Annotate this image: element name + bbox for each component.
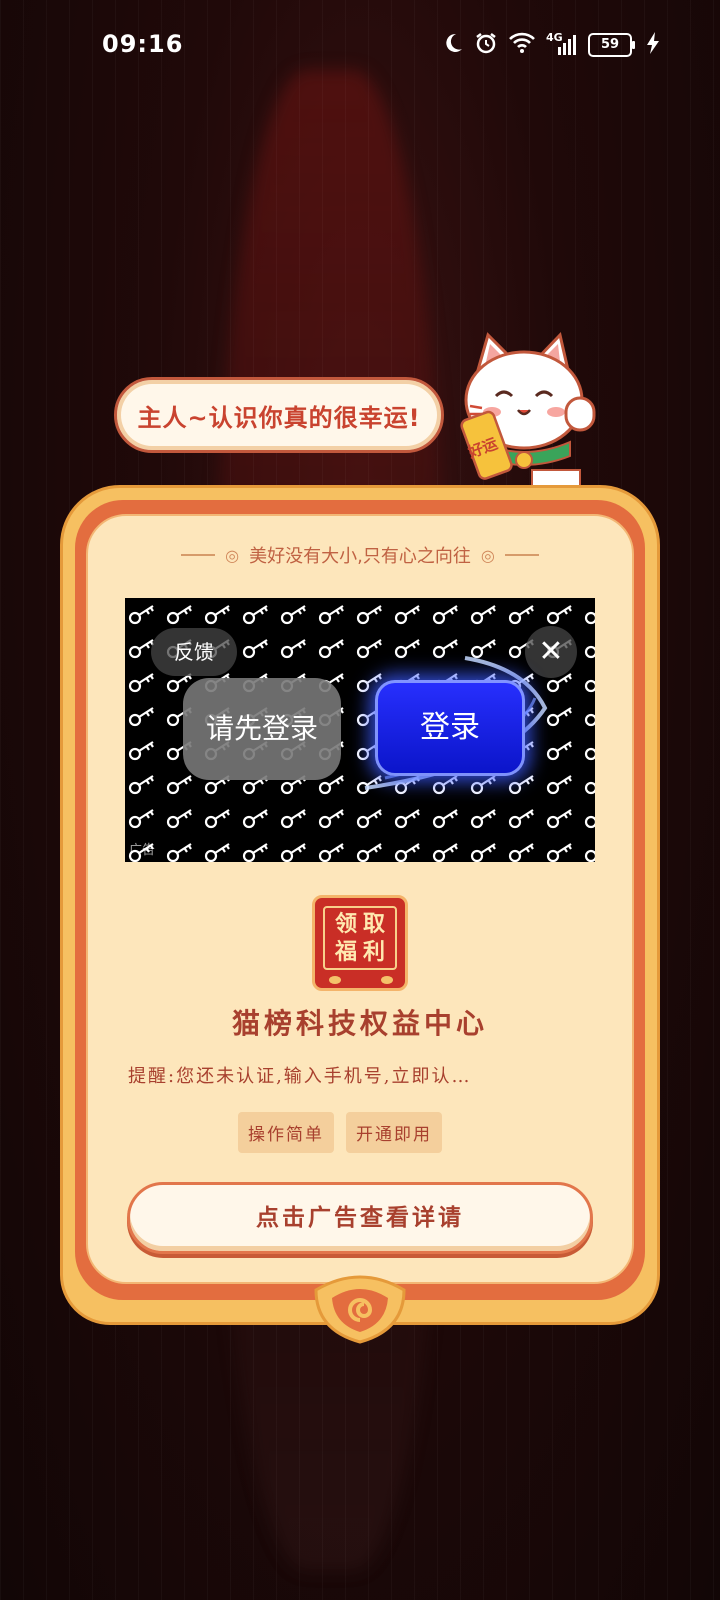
- status-time: 09:16: [102, 30, 184, 58]
- battery-icon: 59: [588, 33, 635, 57]
- reward-char: 利: [362, 939, 385, 965]
- ad-close-button[interactable]: ✕: [525, 626, 577, 678]
- motto-ornament-right: ◎: [480, 545, 495, 565]
- motto-divider-right: [504, 554, 539, 556]
- feature-tag: 操作简单: [238, 1112, 334, 1153]
- ad-feedback-button[interactable]: 反馈: [151, 628, 237, 676]
- ad-banner[interactable]: 反馈 ✕ 请先登录 登录 广告: [125, 598, 595, 862]
- reward-char: 领: [334, 911, 357, 937]
- reward-icon-text-frame: 领 取 福 利: [323, 906, 397, 970]
- feature-tags: 操作简单 开通即用: [238, 1112, 442, 1153]
- reward-char: 取: [362, 911, 385, 937]
- charging-icon: [646, 32, 660, 58]
- coin-icon: [329, 976, 341, 984]
- signal-icon: 4G: [546, 31, 578, 57]
- moon-icon: [442, 32, 464, 58]
- coin-icon: [381, 976, 393, 984]
- lucky-cat-mascot: 好运: [448, 330, 608, 501]
- greeting-bubble: 主人~认识你真的很幸运!: [114, 377, 444, 453]
- battery-level: 59: [600, 37, 620, 52]
- view-ad-details-button[interactable]: 点击广告查看详请: [127, 1182, 593, 1254]
- reward-char: 福: [334, 939, 357, 965]
- status-bar: 09:16 4G 59: [0, 0, 720, 90]
- motto-row: ◎ 美好没有大小,只有心之向往 ◎: [170, 540, 550, 570]
- reminder-text: 提醒:您还未认证,输入手机号,立即认…: [128, 1066, 472, 1087]
- reward-app-icon[interactable]: 领 取 福 利: [312, 895, 408, 991]
- ad-tag-label: 广告: [129, 843, 156, 858]
- motto-text: 美好没有大小,只有心之向往: [249, 546, 471, 567]
- feature-tag: 开通即用: [346, 1112, 442, 1153]
- wifi-icon: [508, 32, 536, 58]
- alarm-icon: [474, 31, 498, 59]
- status-icons: 4G 59: [442, 31, 660, 59]
- motto-ornament-left: ◎: [225, 545, 240, 565]
- greeting-text: 主人~认识你真的很幸运!: [137, 403, 421, 432]
- ad-login-button[interactable]: 登录: [375, 680, 525, 776]
- app-title: 猫榜科技权益中心: [231, 1007, 488, 1040]
- motto-divider-left: [181, 554, 216, 556]
- ad-login-prompt[interactable]: 请先登录: [183, 678, 341, 780]
- cloud-swirl-ornament: [312, 1270, 408, 1350]
